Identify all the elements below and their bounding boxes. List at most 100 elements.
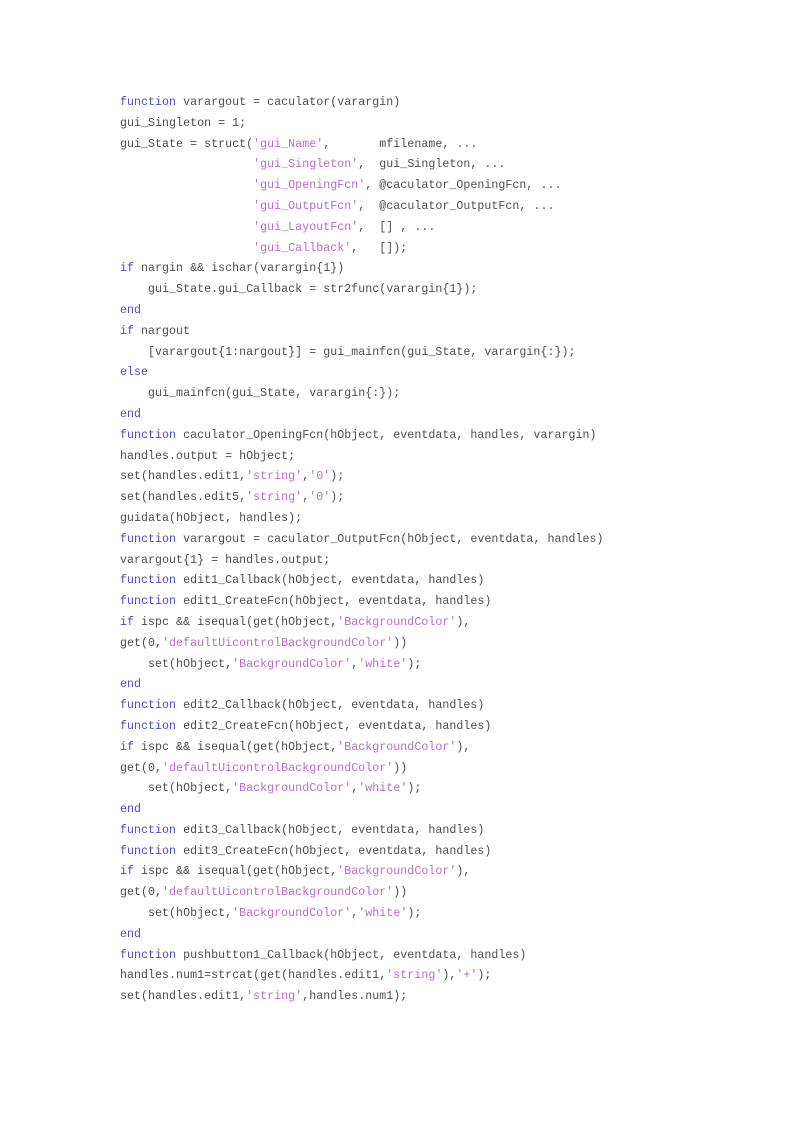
- code-string: 'white': [358, 782, 408, 796]
- code-string: 'gui_Singleton': [253, 158, 359, 172]
- code-string: 'white': [358, 907, 408, 921]
- code-line: if ispc && isequal(get(hObject,'Backgrou…: [120, 862, 740, 883]
- code-line: set(handles.edit1,'string',handles.num1)…: [120, 987, 740, 1008]
- code-text: edit1_CreateFcn(hObject, eventdata, hand…: [176, 595, 492, 609]
- code-text: gui_State.gui_Callback = str2func(vararg…: [120, 283, 478, 297]
- code-string: 'BackgroundColor': [232, 782, 352, 796]
- code-line: 'gui_Callback', []);: [120, 239, 740, 260]
- code-text: set(handles.edit5,: [120, 491, 247, 505]
- code-string: 'string': [246, 491, 303, 505]
- code-text: ),: [456, 865, 471, 879]
- code-text: ispc && isequal(get(hObject,: [134, 865, 338, 879]
- code-line: if nargin && ischar(varargin{1}): [120, 259, 740, 280]
- code-line: else: [120, 363, 740, 384]
- code-line: get(0,'defaultUicontrolBackgroundColor')…: [120, 883, 740, 904]
- code-string: 'white': [358, 657, 408, 671]
- code-line: gui_Singleton = 1;: [120, 114, 740, 135]
- code-keyword: function: [120, 699, 177, 713]
- code-string: 'BackgroundColor': [232, 907, 352, 921]
- code-keyword: end: [120, 927, 142, 941]
- code-keyword: function: [120, 532, 177, 546]
- code-line: function varargout = caculator_OutputFcn…: [120, 530, 740, 551]
- code-line: guidata(hObject, handles);: [120, 509, 740, 530]
- code-keyword: function: [120, 719, 177, 733]
- code-text: , gui_Singleton, ...: [358, 158, 506, 172]
- code-keyword: function: [120, 96, 177, 109]
- code-text: );: [407, 657, 422, 671]
- code-string: 'gui_OpeningFcn': [253, 179, 366, 193]
- code-string: 'BackgroundColor': [337, 740, 457, 754]
- code-line: set(hObject,'BackgroundColor','white');: [120, 655, 740, 676]
- code-text: varargout = caculator(varargin): [176, 96, 401, 109]
- code-line: handles.output = hObject;: [120, 447, 740, 468]
- code-line: function edit3_CreateFcn(hObject, eventd…: [120, 842, 740, 863]
- code-line: function edit1_CreateFcn(hObject, eventd…: [120, 592, 740, 613]
- code-line: if nargout: [120, 322, 740, 343]
- code-keyword: else: [120, 366, 149, 380]
- code-text: )): [393, 761, 408, 775]
- code-text: edit2_CreateFcn(hObject, eventdata, hand…: [176, 719, 492, 733]
- code-text: get(0,: [120, 886, 163, 900]
- code-text: caculator_OpeningFcn(hObject, eventdata,…: [176, 428, 597, 442]
- code-text: );: [477, 969, 492, 983]
- code-text: get(0,: [120, 636, 163, 650]
- code-keyword: end: [120, 303, 142, 317]
- code-string: 'string': [246, 470, 303, 484]
- code-text: set(handles.edit1,: [120, 470, 247, 484]
- code-line: end: [120, 301, 740, 322]
- code-text: , []);: [351, 241, 408, 255]
- code-text: , @caculator_OpeningFcn, ...: [365, 179, 562, 193]
- code-line: gui_State = struct('gui_Name', mfilename…: [120, 135, 740, 156]
- code-text: guidata(hObject, handles);: [120, 511, 303, 525]
- code-text: handles.num1=strcat(get(handles.edit1,: [120, 969, 387, 983]
- code-keyword: if: [120, 262, 135, 276]
- code-line: varargout{1} = handles.output;: [120, 551, 740, 572]
- code-text: ),: [456, 615, 471, 629]
- code-string: 'gui_LayoutFcn': [253, 220, 359, 234]
- code-text: );: [330, 491, 345, 505]
- code-text: , [] , ...: [358, 220, 436, 234]
- code-line: function edit2_CreateFcn(hObject, eventd…: [120, 717, 740, 738]
- code-keyword: end: [120, 803, 142, 817]
- code-line: gui_mainfcn(gui_State, varargin{:});: [120, 384, 740, 405]
- code-line: [varargout{1:nargout}] = gui_mainfcn(gui…: [120, 343, 740, 364]
- code-string: 'defaultUicontrolBackgroundColor': [162, 636, 394, 650]
- code-string: 'defaultUicontrolBackgroundColor': [162, 761, 394, 775]
- code-line: 'gui_OutputFcn', @caculator_OutputFcn, .…: [120, 197, 740, 218]
- code-line: end: [120, 925, 740, 946]
- code-string: 'defaultUicontrolBackgroundColor': [162, 886, 394, 900]
- code-line: handles.num1=strcat(get(handles.edit1,'s…: [120, 966, 740, 987]
- code-text: gui_Singleton = 1;: [120, 116, 247, 130]
- code-line: function caculator_OpeningFcn(hObject, e…: [120, 426, 740, 447]
- code-text: ),: [442, 969, 457, 983]
- code-listing: function varargout = caculator(varargin)…: [120, 93, 740, 1008]
- code-line: end: [120, 675, 740, 696]
- code-keyword: function: [120, 823, 177, 837]
- code-keyword: end: [120, 407, 142, 421]
- code-line: function edit1_Callback(hObject, eventda…: [120, 571, 740, 592]
- code-line: 'gui_OpeningFcn', @caculator_OpeningFcn,…: [120, 176, 740, 197]
- code-text: edit2_Callback(hObject, eventdata, handl…: [176, 699, 485, 713]
- code-text: , mfilename, ...: [323, 137, 478, 151]
- code-text: ,handles.num1);: [302, 990, 408, 1004]
- code-text: pushbutton1_Callback(hObject, eventdata,…: [176, 948, 527, 962]
- code-line: set(handles.edit1,'string','0');: [120, 467, 740, 488]
- code-line: function edit3_Callback(hObject, eventda…: [120, 821, 740, 842]
- code-keyword: if: [120, 615, 135, 629]
- code-text: set(hObject,: [120, 657, 233, 671]
- code-line: function pushbutton1_Callback(hObject, e…: [120, 946, 740, 967]
- code-keyword: if: [120, 324, 135, 338]
- code-text: edit3_Callback(hObject, eventdata, handl…: [176, 823, 485, 837]
- code-keyword: function: [120, 574, 177, 588]
- code-text: edit3_CreateFcn(hObject, eventdata, hand…: [176, 844, 492, 858]
- code-text: set(hObject,: [120, 907, 233, 921]
- code-text: gui_State = struct(: [120, 137, 254, 151]
- code-line: 'gui_LayoutFcn', [] , ...: [120, 218, 740, 239]
- code-text: gui_mainfcn(gui_State, varargin{:});: [120, 387, 401, 401]
- code-line: get(0,'defaultUicontrolBackgroundColor')…: [120, 759, 740, 780]
- code-keyword: function: [120, 428, 177, 442]
- code-line: set(handles.edit5,'string','0');: [120, 488, 740, 509]
